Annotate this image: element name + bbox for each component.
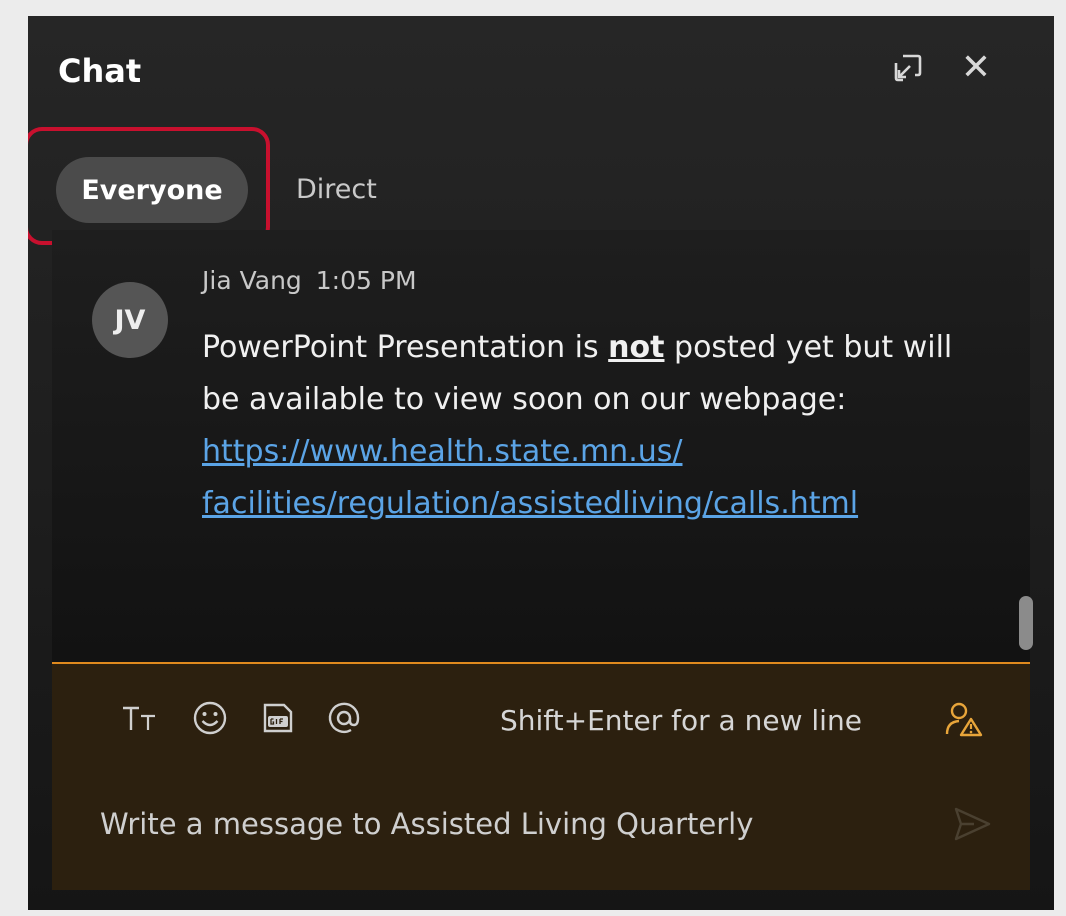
person-warning-icon (945, 702, 983, 737)
message-text-part: PowerPoint Presentation is (202, 330, 609, 365)
mention-icon (328, 702, 360, 734)
text-format-icon (123, 706, 155, 730)
sender-name: Jia Vang (202, 266, 302, 295)
message-input[interactable] (100, 800, 920, 848)
emoji-icon (193, 701, 227, 735)
message-emphasis: not (608, 330, 665, 365)
avatar: JV (92, 282, 168, 358)
message-time: 1:05 PM (315, 266, 417, 295)
gif-icon (263, 703, 293, 733)
text-format-button[interactable] (120, 698, 160, 738)
tab-everyone[interactable]: Everyone (56, 157, 248, 223)
chat-panel: Chat ✕ Everyone Direct JV Jia Vang 1:05 P… (28, 16, 1054, 910)
close-icon: ✕ (960, 47, 992, 88)
message-composer: Shift+Enter for a new line (52, 662, 1030, 890)
send-icon (954, 807, 991, 841)
emoji-button[interactable] (190, 698, 230, 738)
webpage-link[interactable]: https://www.health.state.mn.us/facilitie… (202, 434, 858, 521)
message-meta: Jia Vang 1:05 PM (202, 266, 417, 295)
tab-direct[interactable]: Direct (296, 174, 377, 205)
send-button[interactable] (952, 804, 992, 844)
message-list[interactable]: JV Jia Vang 1:05 PM PowerPoint Presentati… (52, 230, 1033, 662)
mention-button[interactable] (324, 698, 364, 738)
newline-hint: Shift+Enter for a new line (500, 704, 862, 737)
popout-icon (894, 54, 922, 82)
link-line-2: facilities/regulation/assistedliving/cal… (202, 486, 859, 521)
person-warning-button[interactable] (944, 700, 984, 740)
popout-button[interactable] (888, 48, 928, 88)
link-line-1: https://www.health.state.mn.us/ (202, 434, 683, 469)
scrollbar-thumb[interactable] (1019, 596, 1033, 650)
gif-button[interactable] (258, 698, 298, 738)
panel-title: Chat (58, 52, 142, 90)
message-text: PowerPoint Presentation is not posted ye… (202, 322, 982, 530)
close-button[interactable]: ✕ (956, 48, 996, 88)
